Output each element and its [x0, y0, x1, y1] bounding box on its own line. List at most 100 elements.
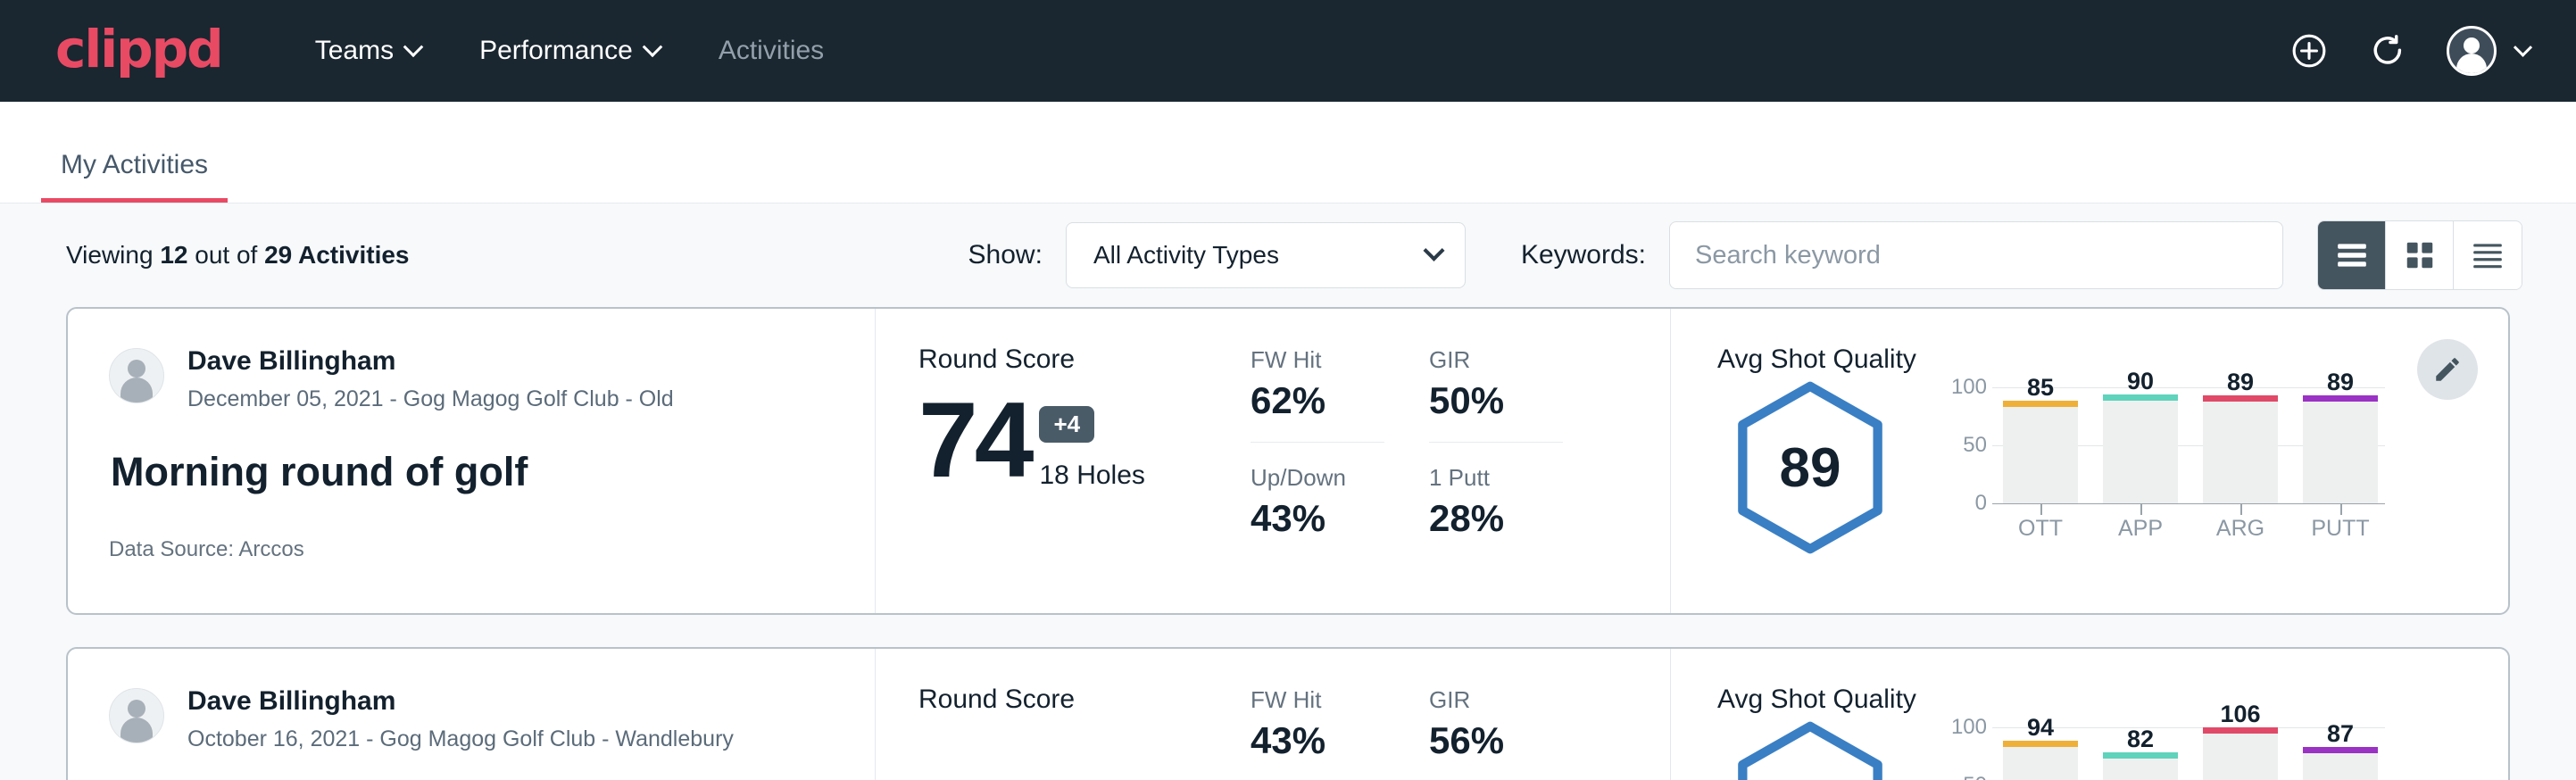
bar-group-arg: 89 — [2203, 387, 2278, 503]
viewing-total: 29 — [264, 241, 292, 269]
bar-value-app: 82 — [2103, 726, 2178, 753]
bar-value-ott: 85 — [2003, 374, 2078, 402]
filter-bar: Viewing 12 out of 29 Activities Show: Al… — [0, 203, 2576, 307]
score-to-par-badge: +4 — [1039, 406, 1094, 443]
chart-x-axis: OTT APP ARG PUTT — [2003, 516, 2378, 542]
nav-item-activities[interactable]: Activities — [715, 27, 827, 75]
view-toggle-compact[interactable] — [2454, 221, 2522, 289]
avatar — [109, 688, 164, 743]
nav-item-activities-label: Activities — [719, 36, 824, 66]
holes-label: 18 Holes — [1039, 461, 1144, 491]
chevron-down-icon — [642, 37, 662, 57]
y-tick-100: 100 — [1949, 375, 1987, 400]
stat-column-right: GIR 56% — [1429, 686, 1563, 780]
chevron-down-icon — [2514, 37, 2532, 56]
y-tick-50: 50 — [1949, 773, 1987, 780]
view-toggle-group — [2317, 220, 2522, 290]
one-putt-label: 1 Putt — [1429, 464, 1563, 492]
keywords-label: Keywords: — [1521, 240, 1646, 270]
bar-value-arg: 106 — [2203, 701, 2278, 728]
stat-column-left: FW Hit 62% Up/Down 43% — [1251, 346, 1384, 581]
bar-group-arg: 106 — [2203, 727, 2278, 780]
chevron-down-icon — [1423, 239, 1444, 261]
bar-arg — [2203, 400, 2278, 503]
fw-hit-value: 62% — [1251, 379, 1384, 422]
account-menu[interactable] — [2447, 26, 2530, 76]
chevron-down-icon — [403, 37, 424, 57]
bar-ott — [2003, 405, 2078, 504]
bar-group-app: 82 — [2103, 727, 2178, 780]
round-score-block: Round Score — [876, 649, 1251, 780]
data-source: Data Source: Arccos — [109, 537, 834, 562]
bar-group-putt: 87 — [2303, 727, 2378, 780]
gir-value: 56% — [1429, 719, 1563, 762]
bar-value-putt: 87 — [2303, 720, 2378, 748]
bar-group-app: 90 — [2103, 387, 2178, 503]
bar-group-ott: 94 — [2003, 727, 2078, 780]
round-score-label: Round Score — [918, 685, 1251, 715]
activity-summary: Dave Billingham December 05, 2021 - Gog … — [68, 309, 876, 613]
round-stats: FW Hit 43% GIR 56% — [1251, 649, 1670, 780]
round-score-block: Round Score 74 +4 18 Holes — [876, 309, 1251, 613]
gir-value: 50% — [1429, 379, 1563, 422]
bar-value-app: 90 — [2103, 368, 2178, 395]
bar-putt — [2303, 400, 2378, 503]
player-name: Dave Billingham — [187, 685, 734, 718]
activity-summary: Dave Billingham October 16, 2021 - Gog M… — [68, 649, 876, 780]
avg-shot-quality-block: Avg Shot Quality 100 50 0 — [1670, 649, 2508, 780]
tab-bar: My Activities — [0, 102, 2576, 203]
chart-plot-area: 100 50 0 94 82 — [1949, 727, 2385, 780]
activity-type-select[interactable]: All Activity Types — [1066, 222, 1466, 288]
list-view-icon — [2335, 238, 2369, 272]
view-toggle-grid[interactable] — [2386, 221, 2454, 289]
search-input[interactable] — [1669, 221, 2283, 289]
bar-value-ott: 94 — [2003, 714, 2078, 742]
activity-card[interactable]: Dave Billingham December 05, 2021 - Gog … — [66, 307, 2510, 615]
up-down-value: 43% — [1251, 497, 1384, 540]
activity-card[interactable]: Dave Billingham October 16, 2021 - Gog M… — [66, 647, 2510, 780]
nav-item-performance[interactable]: Performance — [476, 27, 663, 75]
data-source-value: Arccos — [238, 537, 303, 561]
show-label: Show: — [968, 240, 1043, 270]
activity-list: Dave Billingham December 05, 2021 - Gog … — [0, 307, 2576, 780]
fw-hit-label: FW Hit — [1251, 346, 1384, 374]
refresh-icon[interactable] — [2368, 31, 2407, 71]
bar-arg — [2203, 732, 2278, 780]
bar-putt — [2303, 751, 2378, 780]
bar-app — [2103, 757, 2178, 780]
clippd-logo[interactable]: clippd — [55, 23, 222, 75]
primary-nav: Teams Performance Activities — [312, 27, 827, 75]
round-stats: FW Hit 62% Up/Down 43% GIR 50% 1 Putt 28… — [1251, 309, 1670, 613]
data-source-label: Data Source: — [109, 537, 238, 561]
view-toggle-list[interactable] — [2318, 221, 2386, 289]
bar-app — [2103, 399, 2178, 503]
avg-shot-quality-hexagon: 89 — [1733, 380, 1887, 555]
viewing-prefix: Viewing — [66, 241, 160, 269]
round-score-value-group: 74 +4 18 Holes — [918, 386, 1251, 491]
fw-hit-label: FW Hit — [1251, 686, 1384, 714]
bar-group-ott: 85 — [2003, 387, 2078, 503]
y-tick-0: 0 — [1949, 491, 1987, 516]
nav-item-teams[interactable]: Teams — [312, 27, 424, 75]
bar-value-arg: 89 — [2203, 369, 2278, 396]
avg-shot-quality-value: 89 — [1780, 436, 1841, 500]
viewing-count: 12 — [160, 241, 187, 269]
avg-shot-quality-block: Avg Shot Quality 89 100 50 0 — [1670, 309, 2508, 613]
nav-item-performance-label: Performance — [479, 36, 633, 66]
fw-hit-value: 43% — [1251, 719, 1384, 762]
shot-quality-bar-chart: 100 50 0 85 90 — [1949, 387, 2385, 542]
grid-view-icon — [2403, 238, 2437, 272]
pencil-icon — [2432, 354, 2463, 385]
avg-shot-quality-label: Avg Shot Quality — [1717, 685, 2508, 715]
shot-quality-bar-chart: 100 50 0 94 82 — [1949, 727, 2385, 780]
avatar — [2447, 26, 2497, 76]
divider — [1429, 442, 1563, 443]
tab-my-activities[interactable]: My Activities — [41, 150, 228, 203]
divider — [1251, 442, 1384, 443]
avg-shot-quality-hexagon — [1733, 720, 1887, 780]
nav-actions — [2289, 26, 2530, 76]
edit-activity-button[interactable] — [2417, 339, 2478, 400]
chart-plot-area: 100 50 0 85 90 — [1949, 387, 2385, 503]
chart-bars: 85 90 89 89 — [2003, 387, 2378, 503]
plus-circle-icon[interactable] — [2289, 31, 2329, 71]
